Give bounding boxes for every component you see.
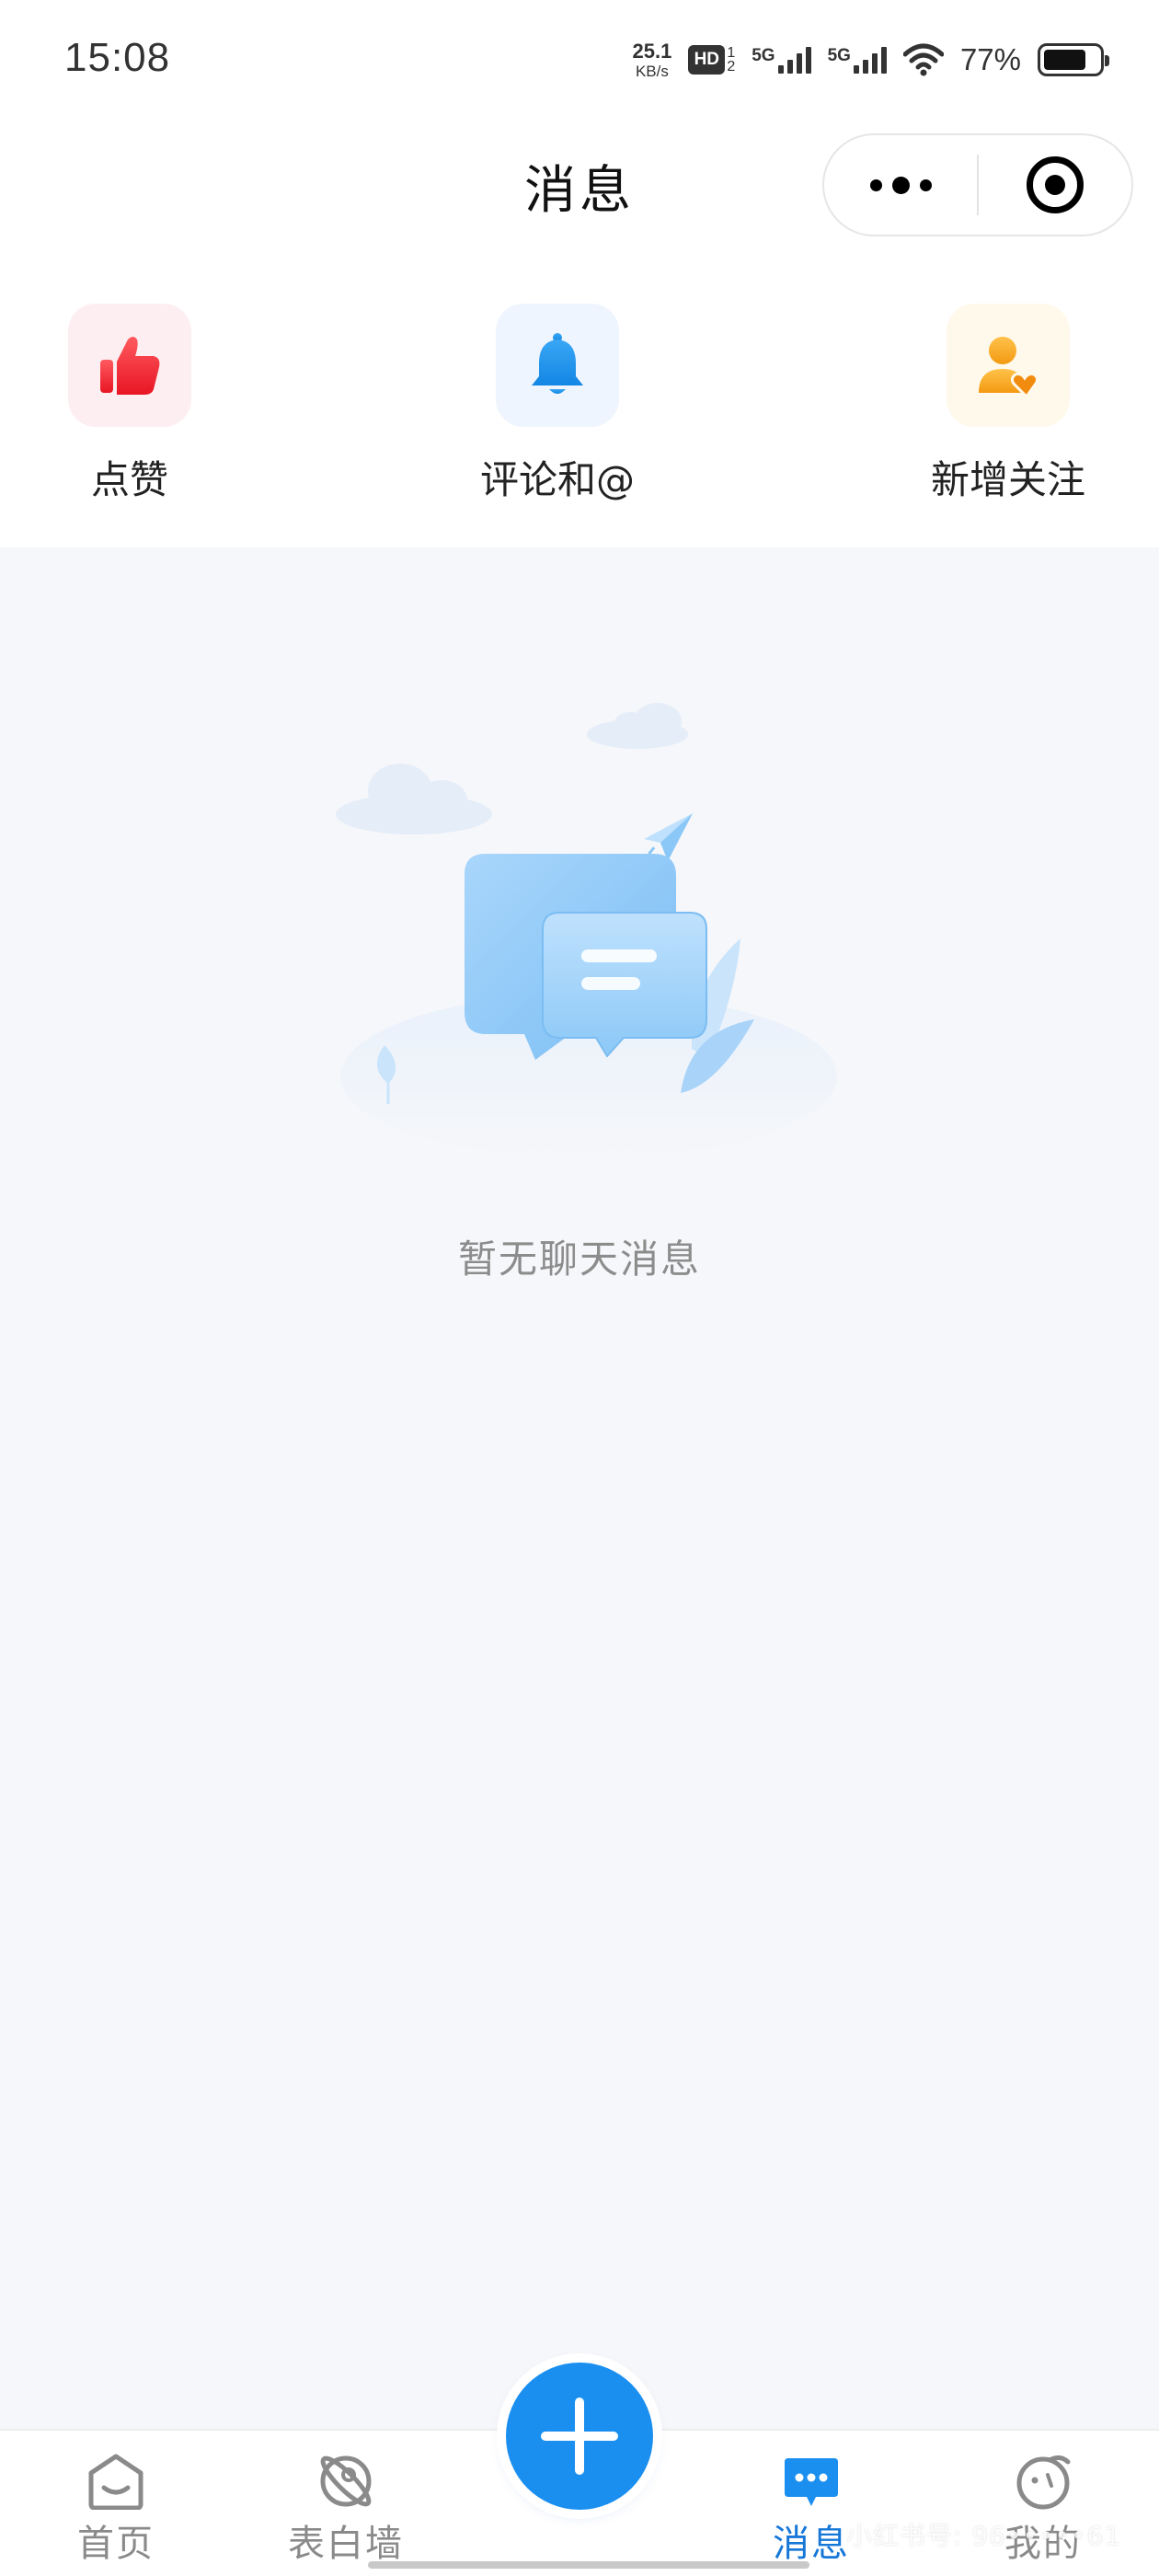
chat-bubbles-illustration [336, 703, 837, 1159]
quick-entry-followers-label: 新增关注 [930, 457, 1085, 502]
tab-home[interactable]: 首页 [24, 2431, 208, 2576]
quick-entry-comments-label: 评论和@ [479, 457, 635, 502]
wifi-icon [902, 43, 944, 76]
mini-program-capsule [822, 133, 1133, 236]
target-circle-icon [1027, 156, 1084, 213]
quick-entry-likes-label: 点赞 [90, 457, 168, 502]
quick-entry-followers-bg [947, 304, 1070, 427]
tab-home-label: 首页 [77, 2523, 155, 2565]
watermark-text: 小红书号: 96•••••61 [846, 2521, 1122, 2551]
battery-icon [1038, 43, 1109, 76]
network-speed-value: 25.1 [632, 39, 672, 63]
tab-messages[interactable]: 消息 [719, 2431, 903, 2576]
home-indicator[interactable] [368, 2561, 809, 2569]
bell-icon [532, 333, 583, 394]
empty-state-text: 暂无聊天消息 [457, 1236, 701, 1282]
signal-2-label: 5G [827, 46, 851, 65]
network-speed: 25.1 KB/s [632, 39, 672, 80]
quick-entries: 点赞 评论和@ 新增关注 [0, 248, 1159, 547]
quick-entry-comments[interactable]: 评论和@ [447, 248, 668, 547]
tab-profile[interactable]: 我的 [951, 2431, 1135, 2576]
quick-entry-comments-bg [496, 304, 619, 427]
profile-icon [1016, 2455, 1071, 2510]
more-button[interactable] [824, 135, 977, 235]
battery-level [1044, 50, 1085, 70]
plus-icon [541, 2398, 618, 2475]
status-bar: 15:08 25.1 KB/s HD 1 2 5G 5G 77% [0, 0, 1159, 120]
create-post-button[interactable] [506, 2363, 653, 2510]
signal-1-label: 5G [752, 46, 775, 65]
network-speed-unit: KB/s [635, 62, 669, 80]
status-time: 15:08 [64, 35, 171, 80]
quick-entry-likes[interactable]: 点赞 [19, 248, 240, 547]
message-icon [785, 2458, 838, 2506]
tab-confession-wall[interactable]: 表白墙 [254, 2431, 438, 2576]
hd-sub: 2 [727, 59, 736, 75]
signal-2-icon: 5G [828, 46, 887, 74]
planet-icon [320, 2455, 372, 2507]
battery-percent: 77% [959, 42, 1021, 76]
tab-confession-wall-label: 表白墙 [288, 2523, 404, 2565]
nav-bar: 消息 [0, 120, 1159, 248]
quick-entry-followers[interactable]: 新增关注 [898, 248, 1119, 547]
status-icons: 25.1 KB/s HD 1 2 5G 5G 77% [632, 37, 1109, 83]
home-icon [88, 2454, 143, 2510]
close-mini-program-button[interactable] [979, 135, 1131, 235]
user-heart-icon [979, 337, 1039, 399]
signal-1-icon: 5G [752, 46, 811, 74]
quick-entry-likes-bg [68, 304, 191, 427]
hd-label: HD [688, 45, 726, 75]
hd-sup: 1 [727, 44, 736, 61]
hd-voice-icon: HD 1 2 [688, 45, 735, 75]
thumbs-up-icon [100, 337, 160, 395]
more-dots-icon [869, 176, 932, 194]
